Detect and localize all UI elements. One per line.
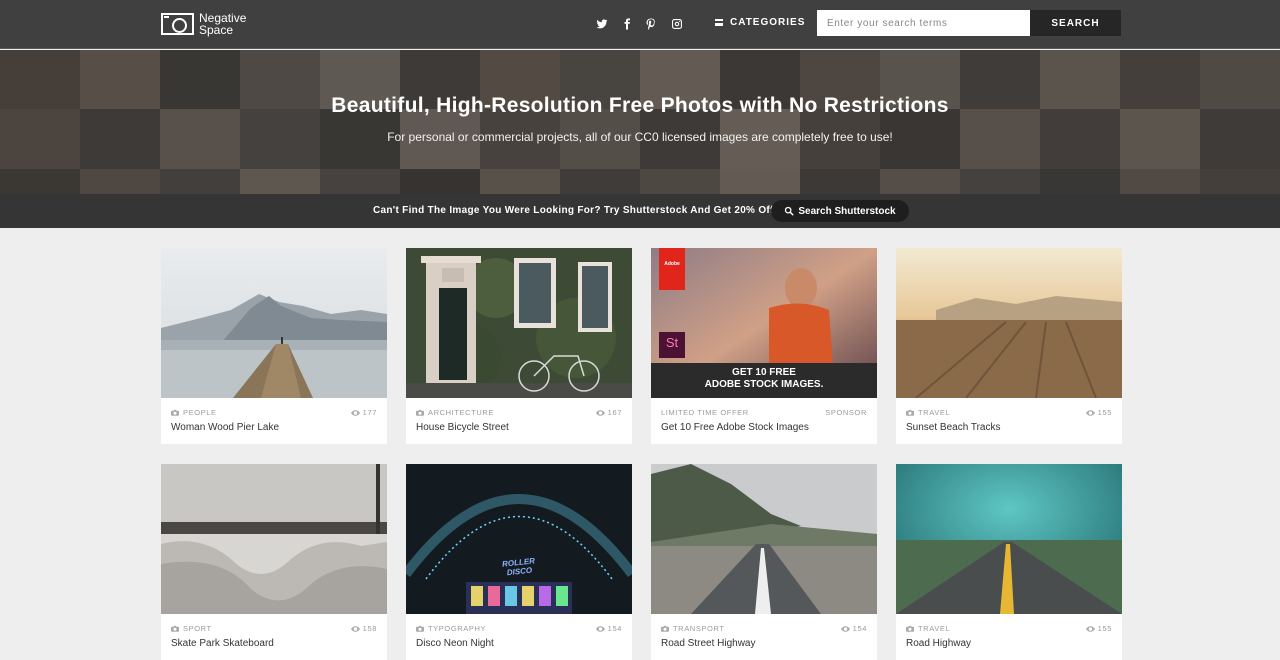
hero-subtitle: For personal or commercial projects, all… bbox=[387, 130, 893, 144]
photo-thumbnail bbox=[896, 248, 1122, 398]
photo-card[interactable]: TRAVEL 155 Road Highway bbox=[896, 464, 1122, 660]
card-title: Road Highway bbox=[906, 638, 972, 649]
hero-title: Beautiful, High-Resolution Free Photos w… bbox=[331, 94, 949, 117]
camera-logo-icon bbox=[161, 13, 194, 35]
adobe-brand-label: Adobe bbox=[664, 261, 680, 267]
eye-icon bbox=[840, 625, 850, 632]
twitter-icon[interactable] bbox=[595, 17, 609, 31]
card-views: 177 bbox=[362, 408, 377, 417]
sponsor-ad-card[interactable]: Adobe St GET 10 FREE ADOBE STOCK IMAGES.… bbox=[651, 248, 877, 444]
camera-icon bbox=[661, 625, 669, 632]
card-category: TRANSPORT bbox=[673, 624, 725, 633]
adobe-stock-label: St bbox=[665, 335, 679, 350]
photo-thumbnail: ROLLER DISCO bbox=[406, 464, 632, 614]
sponsor-badge: SPONSOR bbox=[825, 408, 867, 417]
site-logo[interactable]: Negative Space bbox=[161, 12, 246, 36]
camera-icon bbox=[906, 625, 914, 632]
photo-thumbnail bbox=[406, 248, 632, 398]
card-category: TRAVEL bbox=[918, 408, 951, 417]
promo-text: Can't Find The Image You Were Looking Fo… bbox=[373, 205, 778, 216]
card-views: 167 bbox=[607, 408, 622, 417]
logo-text: Negative Space bbox=[199, 11, 247, 37]
card-title: House Bicycle Street bbox=[416, 422, 509, 433]
card-category: LIMITED TIME OFFER bbox=[661, 408, 749, 417]
photo-thumbnail bbox=[896, 464, 1122, 614]
card-views: 158 bbox=[362, 624, 377, 633]
photo-thumbnail bbox=[161, 248, 387, 398]
eye-icon bbox=[595, 409, 605, 416]
card-category: TRAVEL bbox=[918, 624, 951, 633]
eye-icon bbox=[595, 625, 605, 632]
search-button[interactable]: SEARCH bbox=[1030, 10, 1121, 36]
categories-menu[interactable]: CATEGORIES bbox=[715, 17, 805, 28]
card-views: 155 bbox=[1097, 408, 1112, 417]
facebook-icon[interactable] bbox=[620, 17, 634, 31]
camera-icon bbox=[416, 625, 424, 632]
search-input[interactable] bbox=[817, 10, 1030, 36]
card-title: Get 10 Free Adobe Stock Images bbox=[661, 422, 809, 433]
photo-thumbnail bbox=[161, 464, 387, 614]
eye-icon bbox=[350, 409, 360, 416]
pinterest-icon[interactable] bbox=[644, 17, 658, 31]
eye-icon bbox=[350, 625, 360, 632]
menu-icon bbox=[715, 19, 723, 26]
eye-icon bbox=[1085, 409, 1095, 416]
camera-icon bbox=[171, 409, 179, 416]
card-views: 155 bbox=[1097, 624, 1112, 633]
card-category: ARCHITECTURE bbox=[428, 408, 494, 417]
top-navbar: Negative Space CATEGORIES SEARCH bbox=[0, 0, 1280, 49]
card-title: Sunset Beach Tracks bbox=[906, 422, 1001, 433]
photo-card[interactable]: TRAVEL 155 Sunset Beach Tracks bbox=[896, 248, 1122, 444]
card-title: Skate Park Skateboard bbox=[171, 638, 274, 649]
eye-icon bbox=[1085, 625, 1095, 632]
photo-card[interactable]: TRANSPORT 154 Road Street Highway bbox=[651, 464, 877, 660]
card-title: Woman Wood Pier Lake bbox=[171, 422, 280, 433]
card-title: Disco Neon Night bbox=[416, 638, 494, 649]
card-title: Road Street Highway bbox=[661, 638, 756, 649]
card-category: PEOPLE bbox=[183, 408, 217, 417]
photo-card[interactable]: SPORT 158 Skate Park Skateboard bbox=[161, 464, 387, 660]
ad-banner: Adobe St GET 10 FREE ADOBE STOCK IMAGES. bbox=[651, 248, 877, 398]
camera-icon bbox=[906, 409, 914, 416]
photo-card[interactable]: PEOPLE 177 Woman Wood Pier Lake bbox=[161, 248, 387, 444]
camera-icon bbox=[416, 409, 424, 416]
card-category: SPORT bbox=[183, 624, 212, 633]
photo-card[interactable]: ARCHITECTURE 167 House Bicycle Street bbox=[406, 248, 632, 444]
card-views: 154 bbox=[607, 624, 622, 633]
instagram-icon[interactable] bbox=[670, 17, 684, 31]
search-icon bbox=[785, 206, 794, 216]
ad-headline: GET 10 FREE ADOBE STOCK IMAGES. bbox=[704, 367, 824, 390]
camera-icon bbox=[171, 625, 179, 632]
card-views: 154 bbox=[852, 624, 867, 633]
photo-card[interactable]: ROLLER DISCO TYPOGRAPHY 154 Disco Neon N… bbox=[406, 464, 632, 660]
card-category: TYPOGRAPHY bbox=[428, 624, 487, 633]
search-shutterstock-button[interactable]: Search Shutterstock bbox=[771, 200, 909, 222]
photo-thumbnail bbox=[651, 464, 877, 614]
